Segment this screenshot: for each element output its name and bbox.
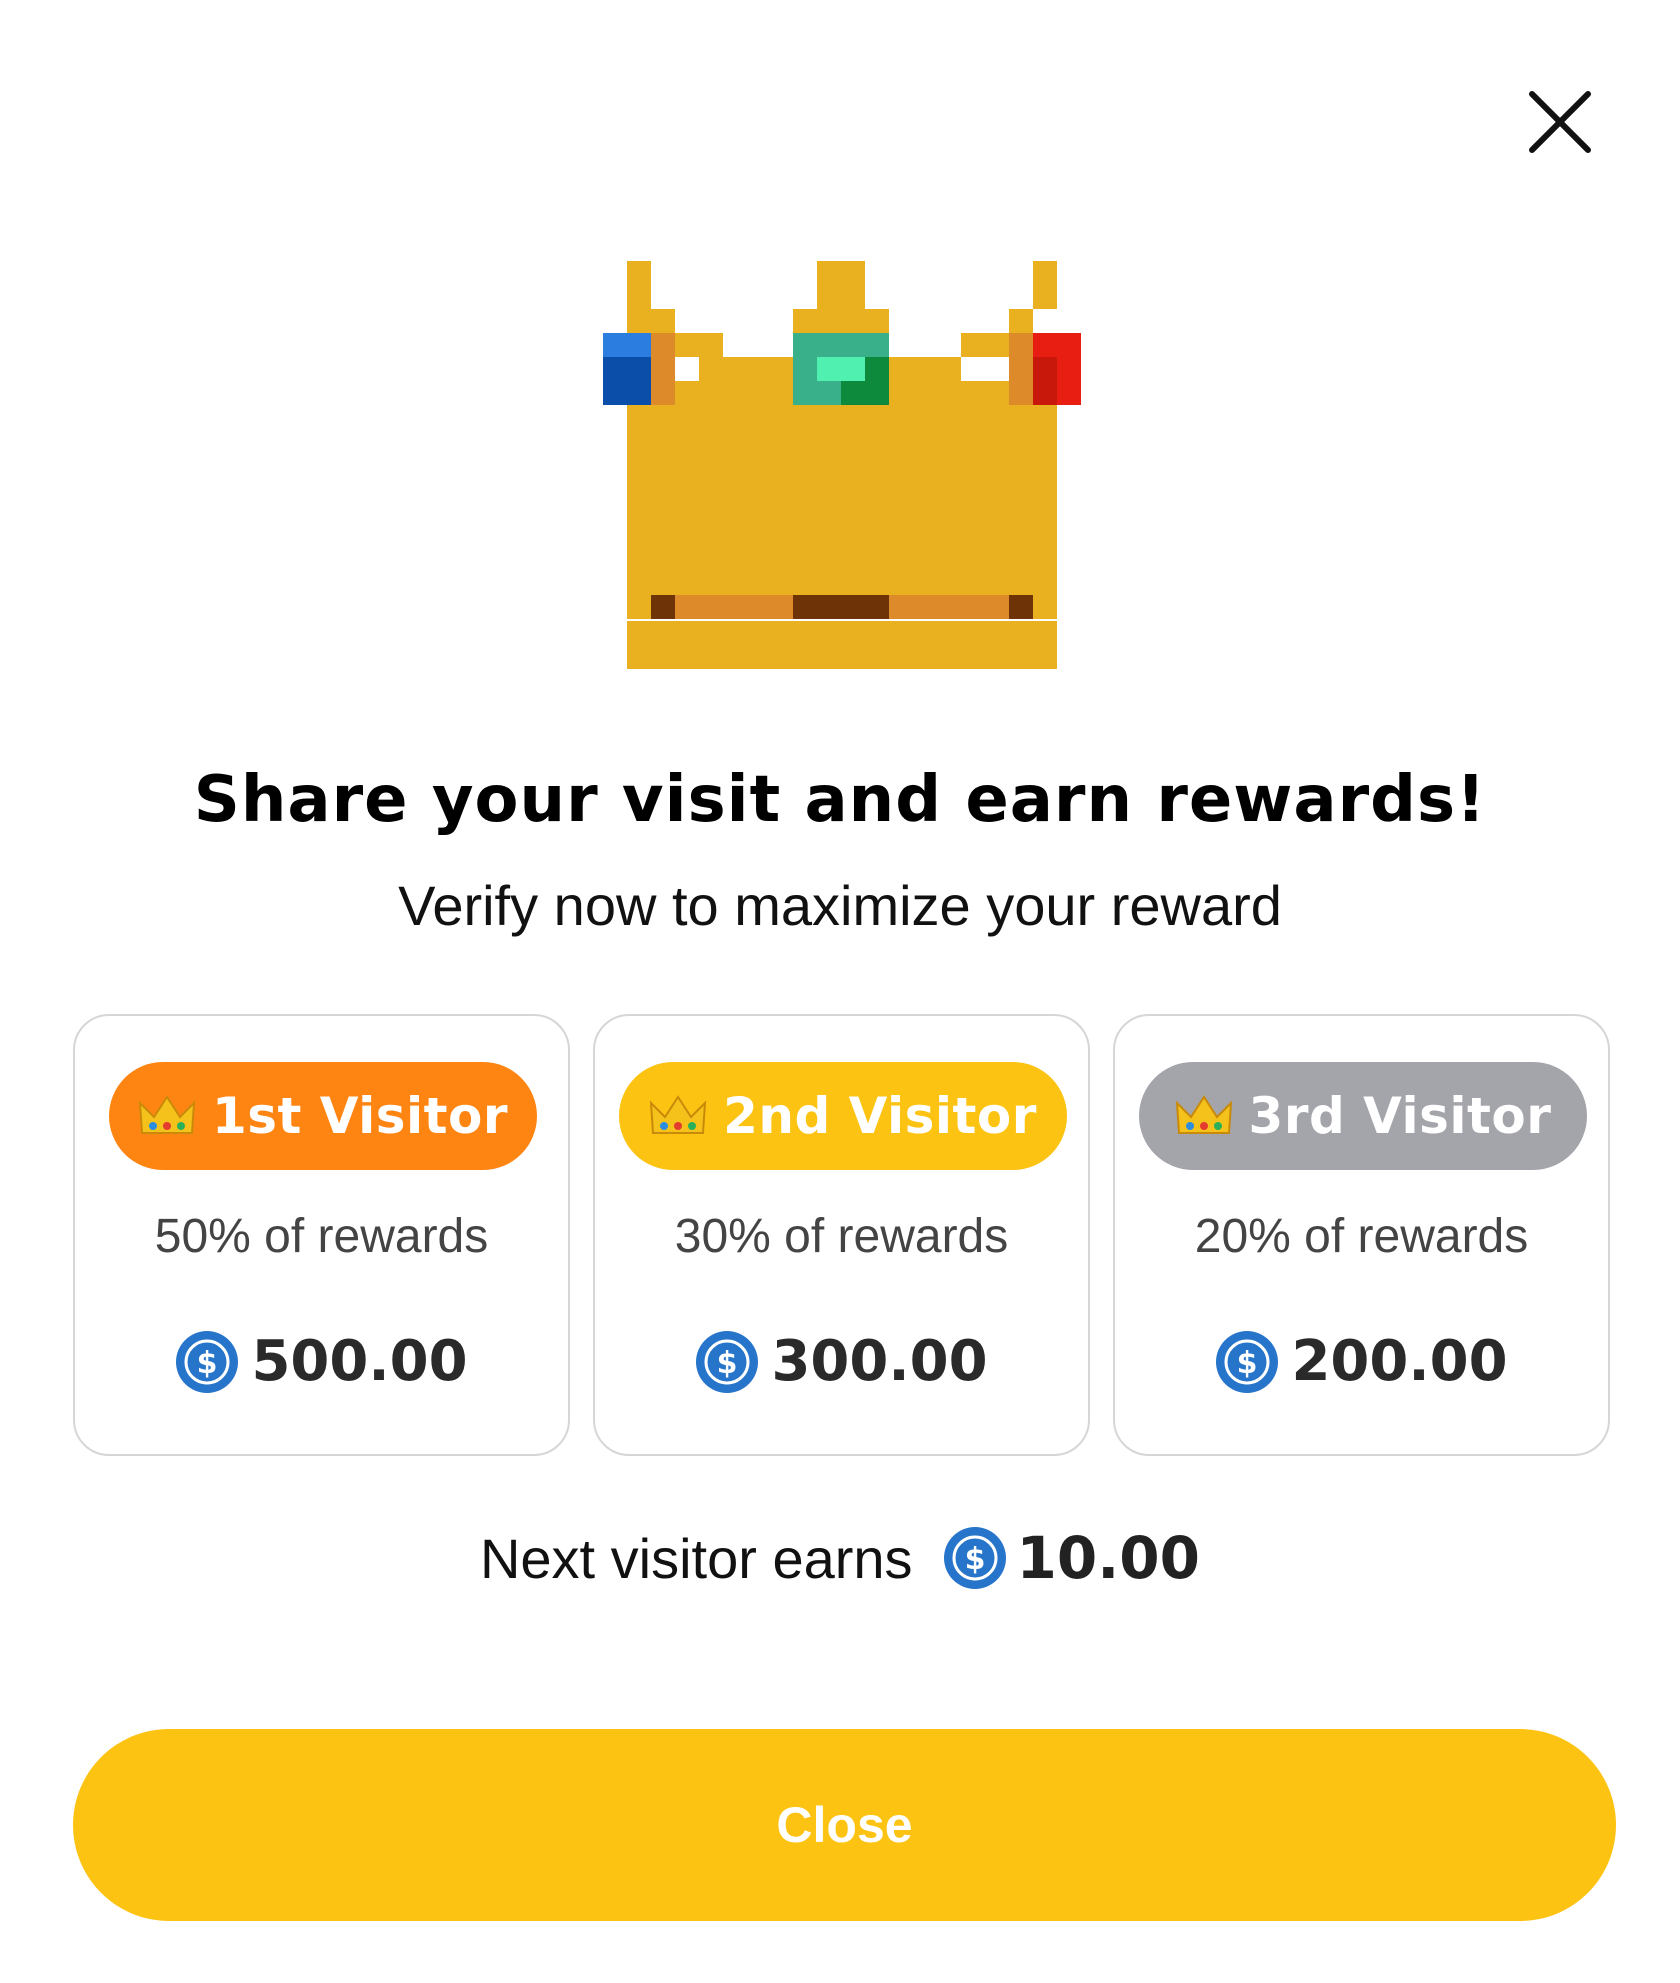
page-title: Share your visit and earn rewards! <box>193 763 1487 837</box>
reward-tier-card-3rd: 3rd Visitor 20% of rewards $ 200.00 <box>1113 1014 1610 1456</box>
usdc-coin-icon: $ <box>943 1526 1007 1590</box>
tier-badge-2nd: 2nd Visitor <box>619 1062 1067 1170</box>
tier-badge-3rd: 3rd Visitor <box>1139 1062 1587 1170</box>
tier-amount-value: 200.00 <box>1291 1329 1508 1394</box>
tier-amount-value: 300.00 <box>771 1329 988 1394</box>
tier-label: 1st Visitor <box>211 1087 509 1145</box>
svg-text:$: $ <box>197 1346 218 1381</box>
next-visitor-amount: 10.00 <box>1016 1524 1201 1592</box>
reward-tier-card-1st: 1st Visitor 50% of rewards $ 500.00 <box>73 1014 570 1456</box>
close-button[interactable]: Close <box>73 1729 1616 1921</box>
next-visitor-label: Next visitor earns <box>479 1526 913 1590</box>
svg-text:$: $ <box>1237 1346 1258 1381</box>
close-button-label: Close <box>776 1797 913 1853</box>
usdc-coin-icon: $ <box>1215 1330 1279 1394</box>
crown-emoji-icon <box>1175 1093 1233 1139</box>
tier-percent: 50% of rewards <box>154 1210 489 1263</box>
tier-label: 2nd Visitor <box>723 1087 1037 1145</box>
tier-amount: $ 300.00 <box>595 1322 1088 1402</box>
next-visitor-row: Next visitor earns $ 10.00 <box>0 1513 1680 1603</box>
tier-percent: 20% of rewards <box>1194 1210 1529 1263</box>
pixel-crown-icon <box>603 261 1083 669</box>
usdc-coin-icon: $ <box>695 1330 759 1394</box>
reward-tier-card-2nd: 2nd Visitor 30% of rewards $ 300.00 <box>593 1014 1090 1456</box>
tier-amount: $ 500.00 <box>75 1322 568 1402</box>
usdc-coin-icon: $ <box>175 1330 239 1394</box>
svg-text:$: $ <box>964 1542 985 1577</box>
tier-amount: $ 200.00 <box>1115 1322 1608 1402</box>
tier-badge-1st: 1st Visitor <box>109 1062 537 1170</box>
tier-amount-value: 500.00 <box>251 1329 468 1394</box>
tier-percent: 30% of rewards <box>674 1210 1009 1263</box>
crown-emoji-icon <box>138 1093 196 1139</box>
tier-label: 3rd Visitor <box>1248 1087 1552 1145</box>
close-icon[interactable] <box>1524 86 1596 158</box>
page-subtitle: Verify now to maximize your reward <box>398 874 1282 937</box>
svg-text:$: $ <box>717 1346 738 1381</box>
crown-emoji-icon <box>649 1093 707 1139</box>
